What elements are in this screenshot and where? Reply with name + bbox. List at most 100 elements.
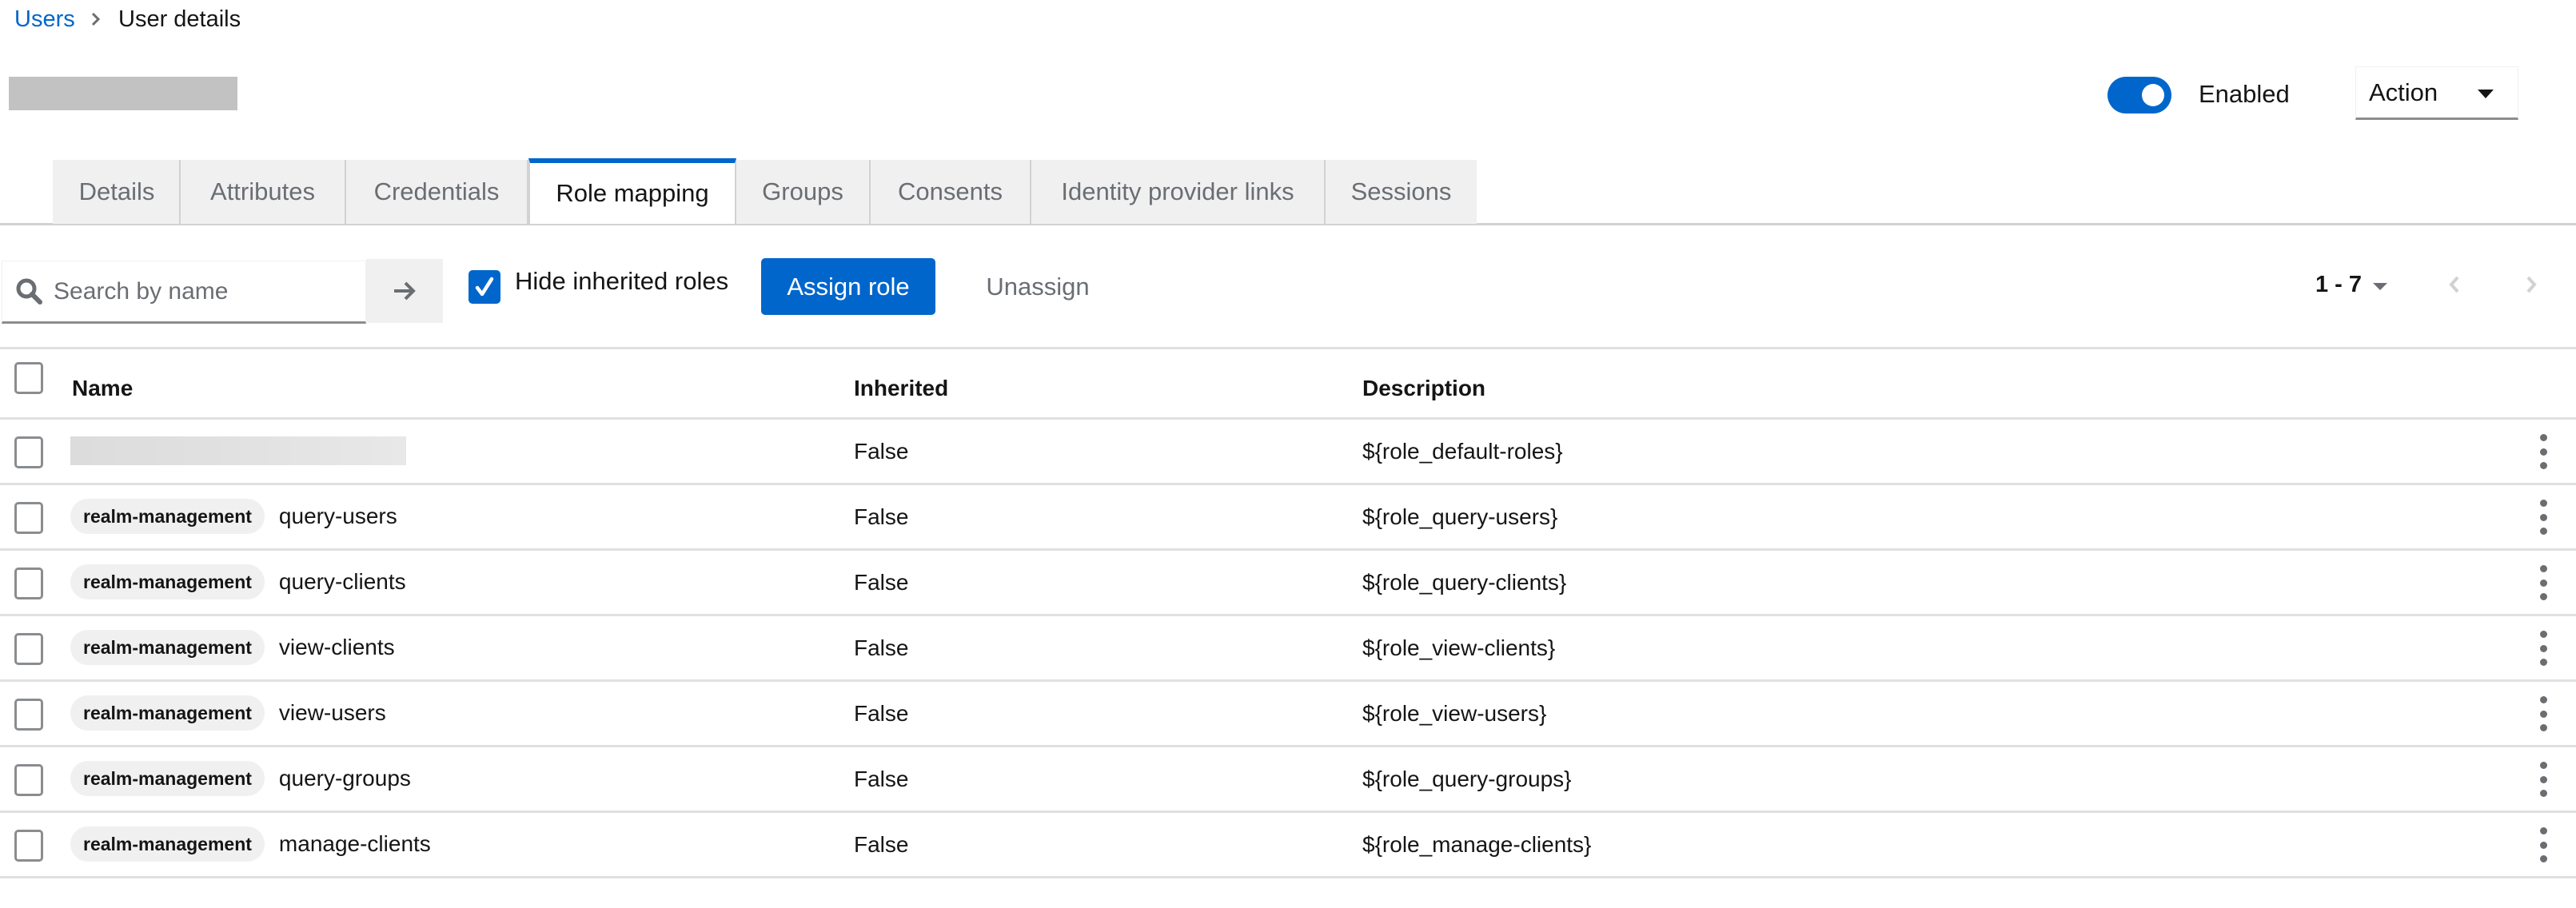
kebab-dot: [2539, 631, 2547, 638]
check-icon: [475, 277, 494, 297]
breadcrumb-users-link[interactable]: Users: [14, 5, 75, 34]
row-divider: [0, 876, 2576, 878]
pagination-range[interactable]: 1 - 7: [2315, 269, 2362, 301]
kebab-menu-icon[interactable]: [2535, 827, 2551, 862]
row-divider: [0, 810, 2576, 813]
assign-role-button[interactable]: Assign role: [761, 258, 935, 315]
caret-down-icon[interactable]: [2373, 283, 2387, 290]
role-description: ${role_default-roles}: [1362, 439, 1563, 464]
hide-inherited-checkbox[interactable]: [469, 270, 500, 304]
kebab-dot: [2539, 500, 2547, 507]
client-chip: realm-management: [70, 695, 265, 731]
pagination-prev-button[interactable]: [2438, 269, 2470, 301]
inherited-value: False: [854, 767, 909, 791]
kebab-dot: [2539, 579, 2547, 587]
action-dropdown[interactable]: Action: [2355, 66, 2518, 120]
kebab-dot: [2539, 644, 2547, 652]
search-submit-button[interactable]: [366, 259, 443, 323]
role-description: ${role_query-clients}: [1362, 570, 1567, 595]
chevron-right-icon: [2526, 276, 2537, 293]
inherited-value: False: [854, 832, 909, 857]
tab-sessions[interactable]: Sessions: [1326, 160, 1477, 224]
enabled-label: Enabled: [2199, 80, 2290, 108]
kebab-dot: [2539, 434, 2547, 441]
unassign-button[interactable]: Unassign: [974, 258, 1102, 315]
client-chip: realm-management: [70, 761, 265, 796]
kebab-menu-icon[interactable]: [2535, 434, 2551, 469]
kebab-dot: [2539, 724, 2547, 731]
kebab-dot: [2539, 775, 2547, 783]
tab-attributes[interactable]: Attributes: [181, 160, 346, 224]
tab-label: Groups: [762, 177, 843, 205]
row-checkbox[interactable]: [14, 502, 43, 534]
role-name: query-users: [278, 504, 397, 528]
tab-label: Details: [78, 177, 155, 205]
role-name: view-users: [278, 700, 386, 725]
role-description: ${role_view-clients}: [1362, 635, 1556, 660]
column-header-name[interactable]: Name: [72, 374, 133, 403]
row-checkbox[interactable]: [14, 436, 43, 468]
kebab-dot: [2539, 659, 2547, 666]
tab-label: Role mapping: [556, 179, 709, 207]
caret-down-icon: [2478, 90, 2494, 98]
toggle-knob: [2142, 84, 2164, 106]
enabled-toggle[interactable]: [2107, 77, 2171, 114]
role-name-cell: realm-management query-users: [70, 499, 397, 534]
column-header-description: Description: [1362, 376, 1486, 400]
tab-identity-provider-links[interactable]: Identity provider links: [1031, 160, 1326, 224]
search-input[interactable]: [52, 277, 343, 306]
row-checkbox[interactable]: [14, 699, 43, 731]
kebab-dot: [2539, 462, 2547, 469]
kebab-menu-icon[interactable]: [2535, 696, 2551, 731]
search-icon: [14, 276, 46, 308]
row-divider: [0, 679, 2576, 682]
row-checkbox[interactable]: [14, 764, 43, 796]
role-name: query-clients: [278, 569, 406, 594]
role-name-cell: realm-management manage-clients: [70, 826, 431, 862]
tab-consents[interactable]: Consents: [871, 160, 1031, 224]
client-chip: realm-management: [70, 499, 265, 534]
role-name: manage-clients: [278, 831, 431, 856]
role-name: view-clients: [278, 635, 395, 659]
kebab-menu-icon[interactable]: [2535, 762, 2551, 797]
kebab-dot: [2539, 593, 2547, 600]
tab-credentials[interactable]: Credentials: [346, 160, 528, 224]
column-header-inherited: Inherited: [854, 376, 949, 400]
role-description: ${role_query-groups}: [1362, 767, 1572, 791]
breadcrumb-current: User details: [118, 6, 241, 32]
kebab-menu-icon[interactable]: [2535, 500, 2551, 535]
tab-label: Attributes: [210, 177, 315, 205]
tab-details[interactable]: Details: [53, 160, 181, 224]
role-description: ${role_view-users}: [1362, 701, 1547, 726]
role-name-cell: realm-management view-clients: [70, 630, 395, 665]
kebab-dot: [2539, 710, 2547, 718]
tab-label: Sessions: [1350, 177, 1452, 205]
arrow-right-icon: [394, 281, 416, 301]
kebab-dot: [2539, 513, 2547, 521]
pagination-next-button[interactable]: [2515, 269, 2547, 301]
row-checkbox[interactable]: [14, 830, 43, 862]
row-checkbox[interactable]: [14, 568, 43, 599]
kebab-dot: [2539, 827, 2547, 834]
page-title-redacted: [9, 77, 237, 110]
row-checkbox[interactable]: [14, 633, 43, 665]
client-chip: realm-management: [70, 564, 265, 599]
inherited-value: False: [854, 570, 909, 595]
tab-groups[interactable]: Groups: [736, 160, 871, 224]
kebab-dot: [2539, 790, 2547, 797]
chevron-right-icon: [86, 5, 106, 34]
tab-role-mapping[interactable]: Role mapping: [528, 158, 736, 224]
select-all-checkbox[interactable]: [14, 362, 43, 394]
row-divider: [0, 417, 2576, 420]
kebab-menu-icon[interactable]: [2535, 631, 2551, 666]
search-field: [2, 261, 366, 324]
role-name-cell: [70, 433, 406, 468]
role-description: ${role_manage-clients}: [1362, 832, 1592, 857]
action-label: Action: [2369, 78, 2438, 106]
kebab-dot: [2539, 528, 2547, 535]
hide-inherited-label[interactable]: Hide inherited roles: [515, 265, 728, 297]
role-name: query-groups: [278, 766, 411, 791]
row-divider: [0, 745, 2576, 747]
chevron-left-icon: [2449, 276, 2459, 293]
kebab-menu-icon[interactable]: [2535, 565, 2551, 600]
